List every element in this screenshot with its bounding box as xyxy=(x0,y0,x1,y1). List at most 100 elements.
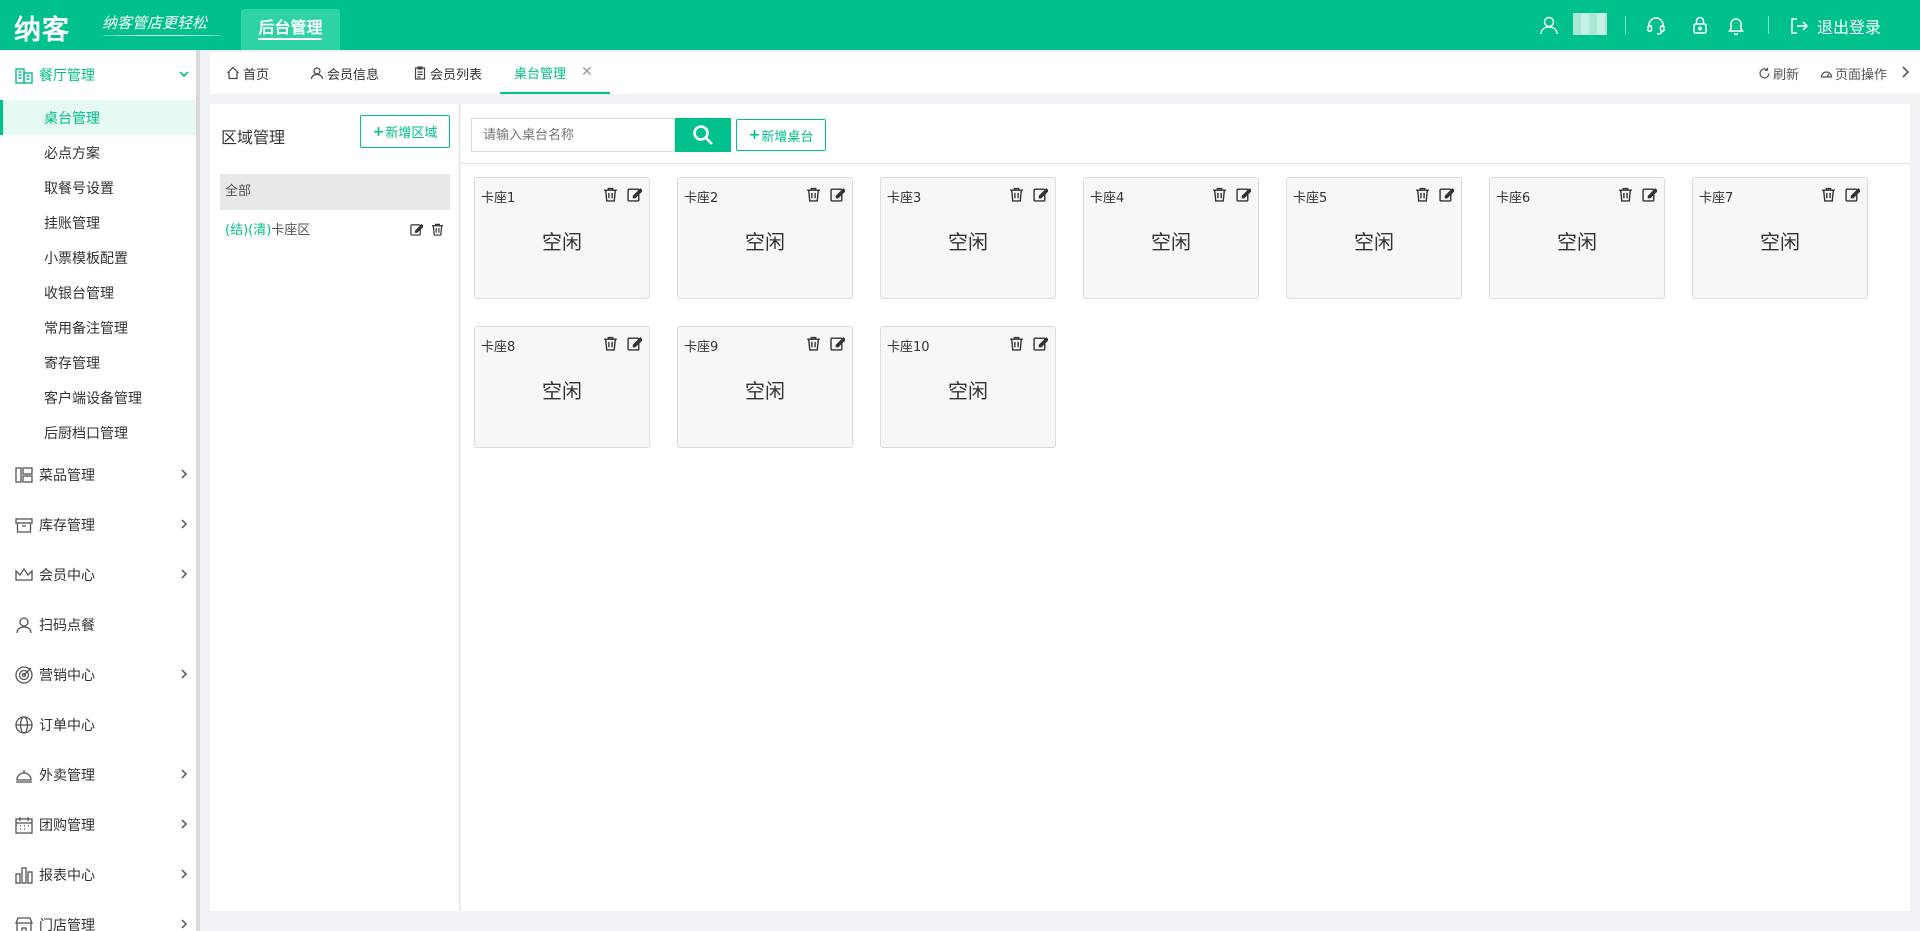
edit-icon[interactable] xyxy=(410,223,423,236)
plus-icon: + xyxy=(748,127,761,143)
table-card[interactable]: 卡座5 空闲 xyxy=(1286,177,1462,299)
page-ops-button[interactable]: 页面操作 xyxy=(1820,64,1887,83)
edit-icon[interactable] xyxy=(1033,336,1048,351)
edit-icon[interactable] xyxy=(1642,187,1657,202)
sidebar-item-cashier[interactable]: 收银台管理 xyxy=(0,275,196,310)
chevron-down-icon xyxy=(178,68,190,80)
divider xyxy=(461,163,1910,164)
edit-icon[interactable] xyxy=(1033,187,1048,202)
area-item-all[interactable]: 全部 xyxy=(220,174,450,210)
table-name: 卡座8 xyxy=(481,340,516,355)
sidebar-item-credit[interactable]: 挂账管理 xyxy=(0,205,196,240)
sidebar-item-required-plan[interactable]: 必点方案 xyxy=(0,135,196,170)
sidebar-group-restaurant[interactable]: 餐厅管理 xyxy=(0,50,196,100)
user-icon xyxy=(310,67,324,80)
trash-icon[interactable] xyxy=(806,336,821,351)
table-card-actions xyxy=(806,336,845,351)
sidebar-group-group-buy[interactable]: 团购管理 xyxy=(0,800,196,850)
sidebar-group-stores[interactable]: 门店管理 xyxy=(0,900,196,931)
sidebar-item-pickup-number[interactable]: 取餐号设置 xyxy=(0,170,196,205)
refresh-button[interactable]: 刷新 xyxy=(1758,64,1799,83)
edit-icon[interactable] xyxy=(830,336,845,351)
sidebar-group-reports[interactable]: 报表中心 xyxy=(0,850,196,900)
trash-icon[interactable] xyxy=(1618,187,1633,202)
add-area-label: 新增区域 xyxy=(385,126,438,141)
trash-icon[interactable] xyxy=(1212,187,1227,202)
header-tab-admin[interactable]: 后台管理 xyxy=(241,9,340,50)
lock-icon[interactable] xyxy=(1689,14,1711,36)
table-card-actions xyxy=(1212,187,1251,202)
table-card[interactable]: 卡座10 空闲 xyxy=(880,326,1056,448)
user-icon[interactable] xyxy=(1538,14,1560,36)
table-status: 空闲 xyxy=(745,230,785,254)
sidebar-scrollbar[interactable] xyxy=(196,50,200,931)
edit-icon[interactable] xyxy=(1845,187,1860,202)
tab-member-info[interactable]: 会员信息 xyxy=(310,52,379,94)
sidebar-item-label: 桌台管理 xyxy=(44,111,100,127)
trash-icon[interactable] xyxy=(603,187,618,202)
sidebar-group-orders[interactable]: 订单中心 xyxy=(0,700,196,750)
table-card[interactable]: 卡座2 空闲 xyxy=(677,177,853,299)
sidebar-group-takeout[interactable]: 外卖管理 xyxy=(0,750,196,800)
trash-icon[interactable] xyxy=(603,336,618,351)
username-blurred xyxy=(1573,13,1607,35)
table-card[interactable]: 卡座1 空闲 xyxy=(474,177,650,299)
sidebar-group-marketing[interactable]: 营销中心 xyxy=(0,650,196,700)
tab-label: 会员信息 xyxy=(327,67,380,83)
sidebar-item-receipt-template[interactable]: 小票模板配置 xyxy=(0,240,196,275)
sidebar-group-members[interactable]: 会员中心 xyxy=(0,550,196,600)
edit-icon[interactable] xyxy=(1236,187,1251,202)
table-card[interactable]: 卡座7 空闲 xyxy=(1692,177,1868,299)
table-status: 空闲 xyxy=(1760,230,1800,254)
table-status: 空闲 xyxy=(948,230,988,254)
table-name: 卡座5 xyxy=(1293,191,1328,206)
area-tags: (结)(清) xyxy=(225,223,272,238)
sidebar-item-label: 小票模板配置 xyxy=(44,251,128,267)
tab-home[interactable]: 首页 xyxy=(226,52,269,94)
table-name: 卡座7 xyxy=(1699,191,1734,206)
trash-icon[interactable] xyxy=(1415,187,1430,202)
headset-icon[interactable] xyxy=(1645,14,1667,36)
edit-icon[interactable] xyxy=(627,336,642,351)
search-button[interactable] xyxy=(675,118,731,152)
edit-icon[interactable] xyxy=(830,187,845,202)
edit-icon[interactable] xyxy=(1439,187,1454,202)
table-card[interactable]: 卡座8 空闲 xyxy=(474,326,650,448)
sidebar-item-storage[interactable]: 寄存管理 xyxy=(0,345,196,380)
sidebar-item-table-management[interactable]: 桌台管理 xyxy=(0,100,196,135)
sidebar-item-kitchen-stall[interactable]: 后厨档口管理 xyxy=(0,415,196,450)
refresh-icon xyxy=(1759,67,1770,79)
trash-icon[interactable] xyxy=(1821,187,1836,202)
add-area-button[interactable]: + 新增区域 xyxy=(360,115,450,148)
edit-icon[interactable] xyxy=(627,187,642,202)
trash-icon[interactable] xyxy=(1009,187,1024,202)
tab-member-list[interactable]: 会员列表 xyxy=(413,52,482,94)
table-card[interactable]: 卡座9 空闲 xyxy=(677,326,853,448)
sidebar-group-inventory[interactable]: 库存管理 xyxy=(0,500,196,550)
table-search-input[interactable] xyxy=(471,118,675,152)
chevron-right-icon xyxy=(178,518,190,530)
trash-icon[interactable] xyxy=(431,223,444,236)
bell-icon[interactable] xyxy=(1725,14,1747,36)
box-icon xyxy=(14,515,34,535)
area-item[interactable]: (结)(清)卡座区 xyxy=(225,219,450,243)
sidebar-item-common-notes[interactable]: 常用备注管理 xyxy=(0,310,196,345)
table-card-actions xyxy=(806,187,845,202)
target-icon xyxy=(14,665,34,685)
add-table-button[interactable]: + 新增桌台 xyxy=(736,119,826,151)
sidebar-group-scan-order[interactable]: 扫码点餐 xyxy=(0,600,196,650)
sidebar-item-client-devices[interactable]: 客户端设备管理 xyxy=(0,380,196,415)
close-icon[interactable]: ✕ xyxy=(581,64,593,80)
chevron-right-icon xyxy=(178,768,190,780)
table-card[interactable]: 卡座6 空闲 xyxy=(1489,177,1665,299)
bell-tray-icon xyxy=(14,765,34,785)
tab-label: 会员列表 xyxy=(430,67,483,83)
chevron-right-icon[interactable] xyxy=(1900,66,1910,78)
table-card[interactable]: 卡座4 空闲 xyxy=(1083,177,1259,299)
logout-button[interactable]: 退出登录 xyxy=(1789,14,1881,38)
table-card[interactable]: 卡座3 空闲 xyxy=(880,177,1056,299)
tab-table-management[interactable]: 桌台管理 ✕ xyxy=(500,52,610,94)
trash-icon[interactable] xyxy=(1009,336,1024,351)
sidebar-group-dishes[interactable]: 菜品管理 xyxy=(0,450,196,500)
trash-icon[interactable] xyxy=(806,187,821,202)
